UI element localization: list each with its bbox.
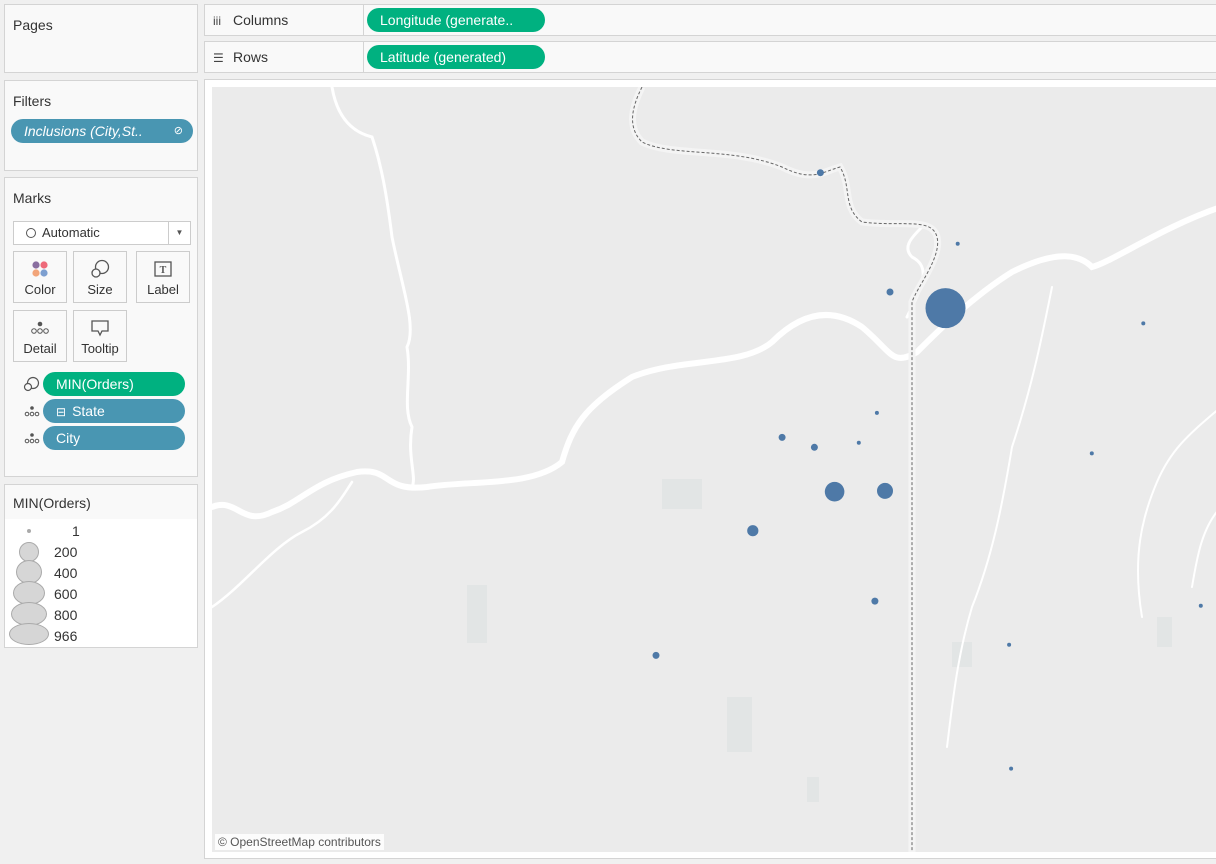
legend-entry-label: 400 (54, 565, 78, 581)
min-orders-pill[interactable]: MIN(Orders) (43, 372, 185, 396)
rows-shelf[interactable]: ☰ Rows Latitude (generated) (204, 41, 1216, 73)
legend-size-mark (19, 542, 39, 562)
legend-title: MIN(Orders) (5, 485, 197, 519)
city-mark[interactable] (871, 597, 879, 605)
city-mark[interactable] (816, 169, 824, 177)
color-icon (14, 260, 66, 278)
latitude-pill[interactable]: Latitude (generated) (367, 45, 545, 69)
columns-label-text: Columns (233, 12, 289, 28)
filter-pill-inclusions[interactable]: Inclusions (City,St.. ⊘ (11, 119, 193, 143)
longitude-pill[interactable]: Longitude (generate.. (367, 8, 545, 32)
city-pill[interactable]: City (43, 426, 185, 450)
city-mark[interactable] (778, 433, 786, 441)
rivers (212, 87, 1216, 748)
color-button[interactable]: Color (13, 251, 67, 303)
state-pill-label: State (72, 403, 105, 419)
marks-title: Marks (13, 190, 52, 206)
city-mark[interactable] (747, 525, 759, 537)
rows-icon: ☰ (213, 51, 224, 65)
filters-card[interactable]: Filters Inclusions (City,St.. ⊘ (4, 80, 198, 171)
map-basemap (212, 87, 1216, 852)
city-mark[interactable] (925, 288, 966, 329)
tooltip-icon (74, 319, 126, 337)
columns-icon: iii (213, 14, 221, 28)
label-label: Label (147, 282, 179, 297)
filters-title: Filters (13, 93, 52, 109)
legend-entry-label: 800 (54, 607, 78, 623)
osm-attribution[interactable]: © OpenStreetMap contributors (215, 834, 384, 850)
mark-type-value: Automatic (42, 225, 100, 240)
rows-shelf-label: ☰ Rows (205, 42, 364, 72)
color-label: Color (24, 282, 56, 297)
detail-button[interactable]: Detail (13, 310, 67, 362)
mark-type-dropdown[interactable]: Automatic ▼ (13, 221, 191, 245)
label-icon: T (137, 260, 189, 278)
size-label: Size (87, 282, 113, 297)
city-mark[interactable] (1141, 321, 1146, 326)
city-mark[interactable] (877, 482, 893, 499)
city-mark[interactable] (856, 440, 861, 445)
legend-entry: 1 (5, 521, 195, 542)
city-mark[interactable] (810, 443, 818, 451)
legend-entry-label: 1 (72, 523, 80, 539)
columns-shelf[interactable]: iii Columns Longitude (generate.. (204, 4, 1216, 36)
city-mark[interactable] (824, 481, 845, 502)
land-areas (467, 479, 1172, 802)
rows-label-text: Rows (233, 49, 269, 65)
city-mark[interactable] (1198, 603, 1203, 608)
city-mark[interactable] (652, 651, 660, 659)
legend-size-mark (9, 623, 49, 645)
svg-text:T: T (160, 265, 167, 276)
marks-card: Marks Automatic ▼ Color Size T Label Det… (4, 177, 198, 477)
pages-title: Pages (13, 17, 53, 33)
size-encoding-icon (23, 376, 41, 392)
tooltip-button[interactable]: Tooltip (73, 310, 127, 362)
filter-pill-label: Inclusions (City,St.. (24, 123, 143, 139)
city-mark[interactable] (955, 241, 960, 246)
city-mark[interactable] (1009, 766, 1014, 771)
state-pill[interactable]: ⊟ State (43, 399, 185, 423)
size-button[interactable]: Size (73, 251, 127, 303)
state-border (629, 87, 942, 852)
detail-label: Detail (23, 341, 57, 356)
tooltip-label: Tooltip (81, 341, 119, 356)
columns-shelf-label: iii Columns (205, 5, 364, 35)
data-points (652, 169, 1203, 771)
city-mark[interactable] (886, 288, 894, 296)
chevron-down-icon[interactable]: ▼ (168, 222, 190, 244)
legend-size-mark (27, 529, 31, 533)
city-mark[interactable] (1007, 642, 1012, 647)
link-icon: ⊘ (173, 125, 183, 137)
map-canvas[interactable]: © OpenStreetMap contributors (212, 87, 1216, 852)
city-mark[interactable] (1089, 451, 1094, 456)
size-legend: MIN(Orders) 1 200 400 600 800 966 (4, 484, 198, 648)
city-mark[interactable] (874, 410, 879, 415)
circle-mark-icon (26, 228, 36, 238)
legend-entry-label: 966 (54, 628, 78, 644)
detail-encoding-icon (23, 403, 41, 419)
detail-encoding-icon (23, 430, 41, 446)
label-button[interactable]: T Label (136, 251, 190, 303)
detail-icon (14, 319, 66, 337)
legend-entry-label: 200 (54, 544, 78, 560)
pages-card[interactable]: Pages (4, 4, 198, 73)
collapse-icon[interactable]: ⊟ (56, 405, 66, 419)
map-view[interactable]: © OpenStreetMap contributors (204, 79, 1216, 859)
legend-entry: 966 (5, 623, 195, 647)
legend-entry-label: 600 (54, 586, 78, 602)
size-icon (74, 259, 126, 278)
